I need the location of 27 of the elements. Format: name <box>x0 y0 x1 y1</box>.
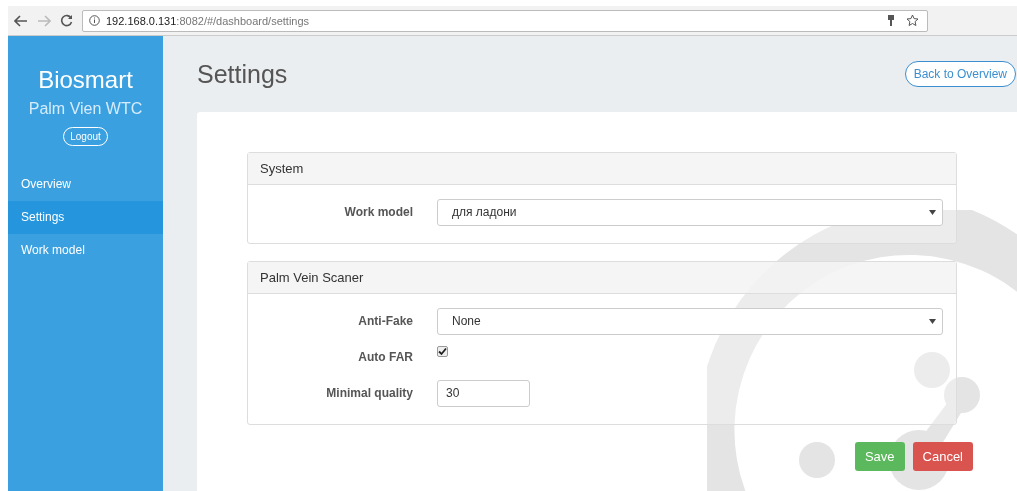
star-icon[interactable] <box>906 14 919 27</box>
brand-title: Biosmart <box>37 66 134 94</box>
reload-icon[interactable] <box>60 14 73 27</box>
field-label: Work model <box>343 205 413 219</box>
input-field[interactable]: 30 <box>437 379 530 407</box>
cancel-button[interactable]: Cancel <box>912 442 973 471</box>
field-label: Minimal quality <box>325 386 413 400</box>
save-button[interactable]: Save <box>854 442 905 471</box>
sidebar-item[interactable]: Settings <box>8 201 163 234</box>
panel-heading: Palm Vein Scaner <box>248 262 956 294</box>
key-icon[interactable] <box>887 14 895 27</box>
checkbox[interactable] <box>437 346 448 357</box>
back-arrow-icon[interactable] <box>14 14 28 27</box>
sidebar-item[interactable]: Overview <box>8 168 163 201</box>
panel-heading: System <box>248 153 956 185</box>
info-icon <box>89 15 100 26</box>
back-to-overview-button[interactable]: Back to Overview <box>904 61 1016 87</box>
dropdown-field[interactable]: для ладони <box>437 198 943 226</box>
page-title: Settings <box>197 59 288 89</box>
field-label: Auto FAR <box>357 350 413 364</box>
dropdown-field[interactable]: None <box>437 307 943 335</box>
sidebar-item[interactable]: Work model <box>8 234 163 267</box>
address-bar[interactable]: 192.168.0.131:8082/#/dashboard/settings <box>82 9 928 32</box>
dropdown-caret-icon <box>929 318 936 324</box>
device-name: Palm Vien WTC <box>27 100 144 118</box>
field-label: Anti-Fake <box>357 314 413 328</box>
dropdown-caret-icon <box>929 209 936 215</box>
